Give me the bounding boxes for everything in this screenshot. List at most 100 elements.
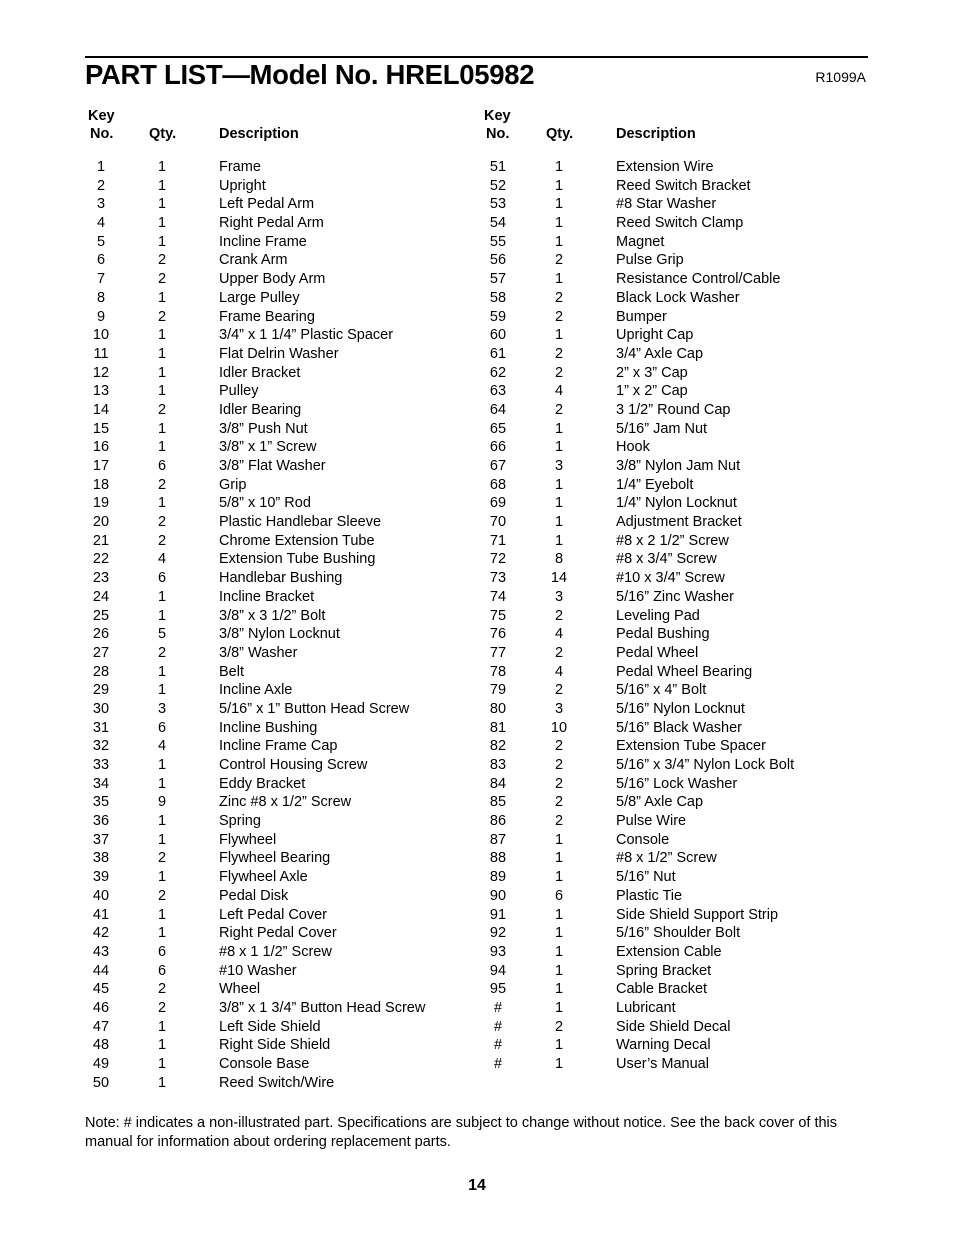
part-description: Spring xyxy=(219,813,261,830)
part-description: 5/16” Black Washer xyxy=(616,719,742,736)
key-number: # xyxy=(493,1018,503,1035)
key-number: 39 xyxy=(92,869,110,886)
quantity: 2 xyxy=(554,738,564,755)
quantity: 1 xyxy=(157,215,167,232)
table-row: 69 1 1/4” Nylon Locknut xyxy=(482,494,882,513)
part-description: Black Lock Washer xyxy=(616,289,740,306)
key-number: 52 xyxy=(489,177,507,194)
part-description: 2” x 3” Cap xyxy=(616,364,688,381)
key-number: # xyxy=(493,1037,503,1054)
quantity: 4 xyxy=(157,738,167,755)
quantity: 2 xyxy=(554,607,564,624)
part-description: Flywheel xyxy=(219,831,277,848)
quantity: 6 xyxy=(157,943,167,960)
quantity: 1 xyxy=(554,177,564,194)
key-number: 51 xyxy=(489,159,507,175)
quantity: 1 xyxy=(157,1018,167,1035)
part-description: Right Pedal Cover xyxy=(219,925,337,942)
quantity: 2 xyxy=(554,794,564,811)
key-number: 62 xyxy=(489,364,507,381)
part-description: 5/16” x 3/4” Nylon Lock Bolt xyxy=(616,757,795,773)
table-row: #1 Lubricant xyxy=(482,999,882,1018)
part-description: 3/8” x 1” Screw xyxy=(219,439,317,456)
table-row: 64 2 3 1/2” Round Cap xyxy=(482,401,882,420)
key-number: 76 xyxy=(489,626,507,643)
quantity: 1 xyxy=(554,1037,564,1054)
quantity: 2 xyxy=(157,514,167,531)
quantity: 2 xyxy=(554,252,564,269)
part-description: 5/16” Nut xyxy=(616,869,676,886)
key-number: 67 xyxy=(489,458,507,474)
table-row: 90 6 Plastic Tie xyxy=(482,887,882,906)
quantity: 1 xyxy=(157,364,167,381)
part-description: Bumper xyxy=(616,308,667,325)
part-description: 5/16” Lock Washer xyxy=(616,775,738,792)
part-description: 3/8” Push Nut xyxy=(219,420,308,437)
quantity: 1 xyxy=(554,981,564,998)
table-row: 47 1 Left Side Shield xyxy=(85,1018,485,1037)
key-number: # xyxy=(493,1056,503,1072)
table-row: 86 2 Pulse Wire xyxy=(482,812,882,831)
table-row: 60 1 Upright Cap xyxy=(482,326,882,345)
part-description: 3/4” x 1 1/4” Plastic Spacer xyxy=(219,327,394,344)
table-row: 28 1 Belt xyxy=(85,663,485,682)
part-description: Pedal Wheel Bearing xyxy=(616,663,753,680)
part-description: Incline Axle xyxy=(219,682,293,699)
key-number: 47 xyxy=(92,1018,110,1035)
table-header: Key No. Qty. Description xyxy=(482,108,882,158)
quantity: 6 xyxy=(157,962,167,979)
key-number: 85 xyxy=(489,794,507,811)
key-number: 86 xyxy=(489,813,507,830)
quantity: 2 xyxy=(157,476,167,493)
key-number: 79 xyxy=(489,682,507,699)
table-row: 83 2 5/16” x 3/4” Nylon Lock Bolt xyxy=(482,756,882,775)
part-description: Wheel xyxy=(219,981,261,998)
part-description: Handlebar Bushing xyxy=(219,570,343,587)
table-row: 19 1 5/8” x 10” Rod xyxy=(85,494,485,513)
table-row: 18 2 Grip xyxy=(85,476,485,495)
key-number: 8 xyxy=(96,289,106,306)
part-description: #8 Star Washer xyxy=(616,196,717,213)
part-description: 1” x 2” Cap xyxy=(616,383,688,400)
table-row: 26 5 3/8” Nylon Locknut xyxy=(85,625,485,644)
table-row: 25 1 3/8” x 3 1/2” Bolt xyxy=(85,607,485,626)
key-number: 78 xyxy=(489,663,507,680)
key-number: 68 xyxy=(489,476,507,493)
quantity: 1 xyxy=(157,831,167,848)
quantity: 1 xyxy=(157,383,167,400)
key-number: 57 xyxy=(489,271,507,288)
table-row: 52 1 Reed Switch Bracket xyxy=(482,177,882,196)
part-description: 3/8” x 1 3/4” Button Head Screw xyxy=(219,999,426,1016)
quantity: 1 xyxy=(157,757,167,773)
part-description: Crank Arm xyxy=(219,252,288,269)
key-header-line1: Key xyxy=(88,108,115,124)
quantity: 3 xyxy=(554,588,564,605)
table-row: 56 2 Pulse Grip xyxy=(482,251,882,270)
quantity: 1 xyxy=(157,233,167,250)
part-description: Extension Tube Bushing xyxy=(219,551,376,568)
quantity: 1 xyxy=(554,215,564,232)
quantity: 1 xyxy=(554,196,564,213)
key-number: 46 xyxy=(92,999,110,1016)
key-number: 3 xyxy=(96,196,106,213)
key-number: # xyxy=(493,999,503,1016)
description-header: Description xyxy=(219,126,299,142)
part-description: Belt xyxy=(219,663,244,680)
part-description: User’s Manual xyxy=(616,1056,709,1072)
table-row: 29 1 Incline Axle xyxy=(85,681,485,700)
quantity: 2 xyxy=(157,252,167,269)
qty-header: Qty. xyxy=(149,126,177,142)
key-number: 24 xyxy=(92,588,110,605)
part-description: Frame xyxy=(219,159,261,175)
table-row: 80 3 5/16” Nylon Locknut xyxy=(482,700,882,719)
part-description: Console xyxy=(616,831,670,848)
key-number: 56 xyxy=(489,252,507,269)
quantity: 1 xyxy=(554,1056,564,1072)
table-row: 89 1 5/16” Nut xyxy=(482,868,882,887)
part-description: Leveling Pad xyxy=(616,607,700,624)
quantity: 2 xyxy=(157,887,167,904)
table-row: 3 1 Left Pedal Arm xyxy=(85,195,485,214)
table-row: 5 1 Incline Frame xyxy=(85,233,485,252)
part-description: Upright xyxy=(219,177,266,194)
quantity: 8 xyxy=(554,551,564,568)
